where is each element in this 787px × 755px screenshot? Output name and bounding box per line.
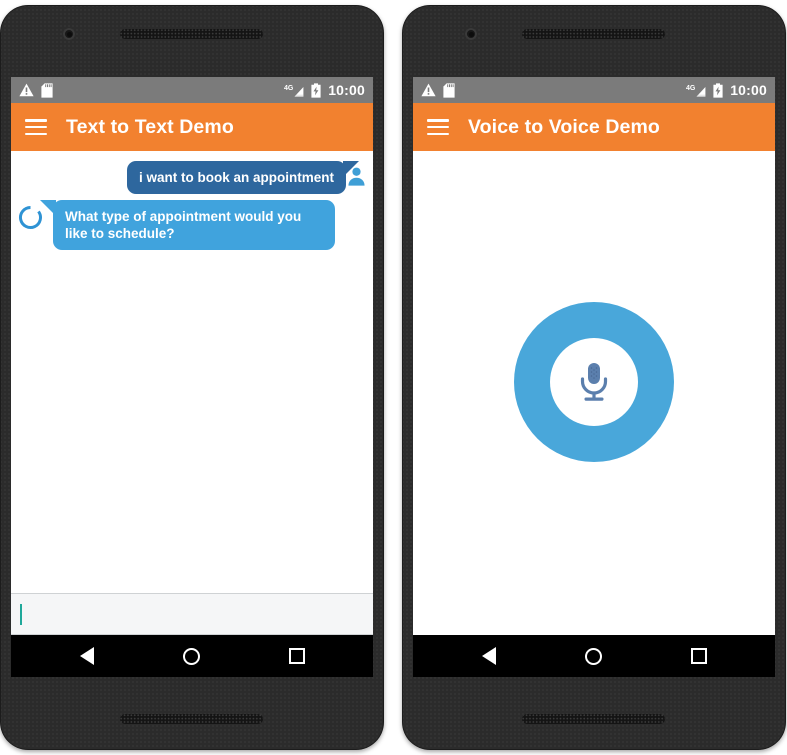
loading-circle-glyph: [18, 205, 42, 229]
status-bar-right-icons: 4G 10:00: [284, 82, 365, 98]
bottom-speaker-grille: [522, 714, 665, 724]
message-input-bar[interactable]: [11, 593, 373, 635]
earpiece-speaker-grille: [120, 29, 263, 39]
status-bar-left-icons: [421, 82, 455, 98]
svg-text:4G: 4G: [686, 85, 696, 92]
status-bar: 4G 10:00: [11, 77, 373, 103]
bottom-speaker-grille: [120, 714, 263, 724]
status-bar-left-icons: [19, 82, 53, 98]
signal-bars-4g-icon: 4G: [686, 85, 706, 97]
app-bar: Voice to Voice Demo: [413, 103, 775, 151]
microphone-button-inner: [550, 338, 638, 426]
nav-back-button[interactable]: [65, 635, 109, 677]
two-phone-mockup: 4G 10:00 Text to Text Demo i want to boo…: [0, 0, 787, 755]
earpiece-speaker-grille: [522, 29, 665, 39]
chat-message-bot: What type of appointment would you like …: [11, 197, 373, 253]
sd-card-icon: [443, 82, 455, 98]
app-bar: Text to Text Demo: [11, 103, 373, 151]
sd-card-icon: [41, 82, 53, 98]
warning-triangle-icon: [19, 83, 34, 97]
front-camera-icon: [63, 28, 75, 40]
svg-text:4G: 4G: [284, 85, 294, 92]
hamburger-menu-icon[interactable]: [25, 119, 47, 135]
android-nav-bar: [413, 635, 775, 677]
screen-text-demo: 4G 10:00 Text to Text Demo i want to boo…: [11, 77, 373, 677]
nav-home-button[interactable]: [170, 635, 214, 677]
status-bar-right-icons: 4G 10:00: [686, 82, 767, 98]
phone-device-voice-demo: 4G 10:00 Voice to Voice Demo: [402, 5, 786, 750]
nav-home-button[interactable]: [572, 635, 616, 677]
status-bar-clock: 10:00: [730, 82, 767, 98]
warning-triangle-icon: [421, 83, 436, 97]
status-bar-clock: 10:00: [328, 82, 365, 98]
microphone-icon: [580, 363, 608, 401]
battery-charging-icon: [713, 82, 723, 98]
front-camera-icon: [465, 28, 477, 40]
hamburger-menu-icon[interactable]: [427, 119, 449, 135]
phone-top-bezel: [0, 5, 384, 77]
message-bubble-user: i want to book an appointment: [127, 161, 359, 194]
chat-message-user: i want to book an appointment: [11, 158, 373, 197]
message-bubble-bot: What type of appointment would you like …: [40, 200, 335, 250]
nav-back-button[interactable]: [467, 635, 511, 677]
screen-voice-demo: 4G 10:00 Voice to Voice Demo: [413, 77, 775, 677]
chat-message-list[interactable]: i want to book an appointment What type …: [11, 151, 373, 593]
text-cursor: [20, 603, 22, 625]
voice-capture-area: [413, 151, 775, 635]
phone-device-text-demo: 4G 10:00 Text to Text Demo i want to boo…: [0, 5, 384, 750]
nav-recents-button[interactable]: [677, 635, 721, 677]
android-nav-bar: [11, 635, 373, 677]
nav-recents-button[interactable]: [275, 635, 319, 677]
battery-charging-icon: [311, 82, 321, 98]
microphone-record-button[interactable]: [514, 302, 674, 462]
phone-top-bezel: [402, 5, 786, 77]
signal-bars-4g-icon: 4G: [284, 85, 304, 97]
app-bar-title: Text to Text Demo: [66, 115, 234, 138]
app-bar-title: Voice to Voice Demo: [468, 115, 660, 138]
status-bar: 4G 10:00: [413, 77, 775, 103]
